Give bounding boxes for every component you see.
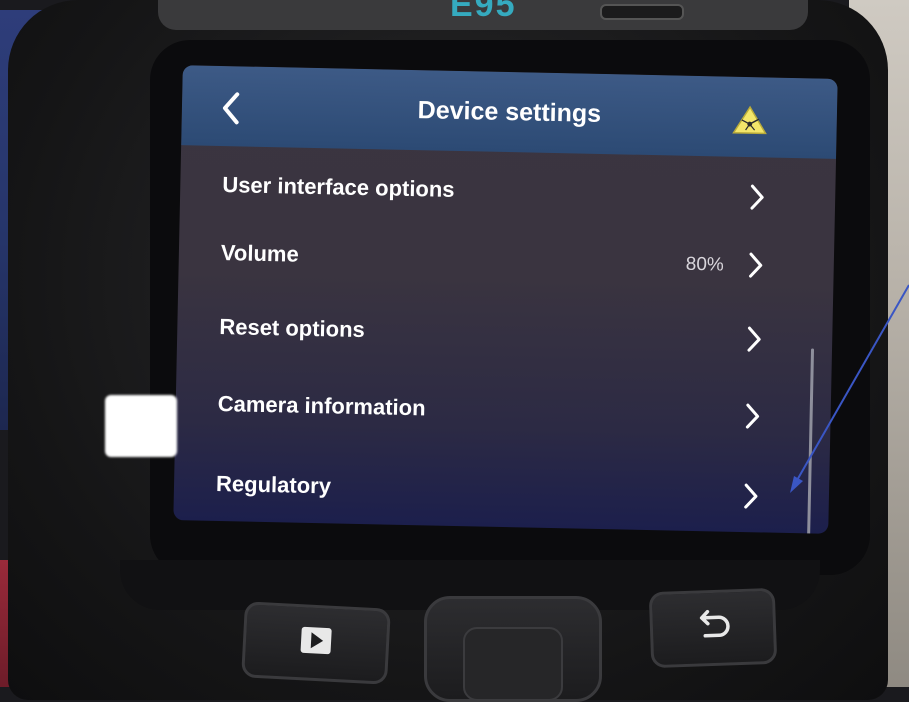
chevron-right-icon (744, 402, 761, 430)
top-slot (600, 4, 684, 20)
play-icon (299, 626, 333, 661)
menu-item-camera-information[interactable]: Camera information (175, 370, 831, 454)
chevron-right-icon (747, 251, 764, 279)
navigation-pad-center[interactable] (463, 627, 563, 701)
laser-warning-icon (732, 105, 769, 136)
light-glare (105, 395, 177, 457)
menu-item-label: Volume (220, 240, 299, 267)
menu-item-volume[interactable]: Volume 80% (178, 219, 834, 303)
chevron-right-icon (743, 482, 760, 510)
brand-label: E95 (450, 0, 517, 24)
menu-item-label: User interface options (222, 172, 455, 202)
menu-item-label: Reset options (219, 314, 366, 343)
menu-item-reset-options[interactable]: Reset options (177, 293, 833, 377)
volume-value: 80% (685, 253, 724, 276)
return-arrow-icon (692, 609, 733, 647)
device-screen: Device settings User interface options V… (173, 65, 838, 534)
chevron-right-icon (749, 183, 766, 211)
back-button[interactable] (648, 587, 778, 669)
chevron-right-icon (746, 325, 763, 353)
play-button[interactable] (241, 601, 391, 685)
title-bar: Device settings (181, 65, 838, 159)
menu-item-label: Regulatory (215, 470, 332, 499)
navigation-pad[interactable] (424, 596, 602, 702)
menu-item-label: Camera information (217, 390, 426, 421)
menu-item-regulatory[interactable]: Regulatory (173, 450, 829, 534)
camera-photo-scene: E95 Device settings User interface optio (0, 0, 909, 702)
